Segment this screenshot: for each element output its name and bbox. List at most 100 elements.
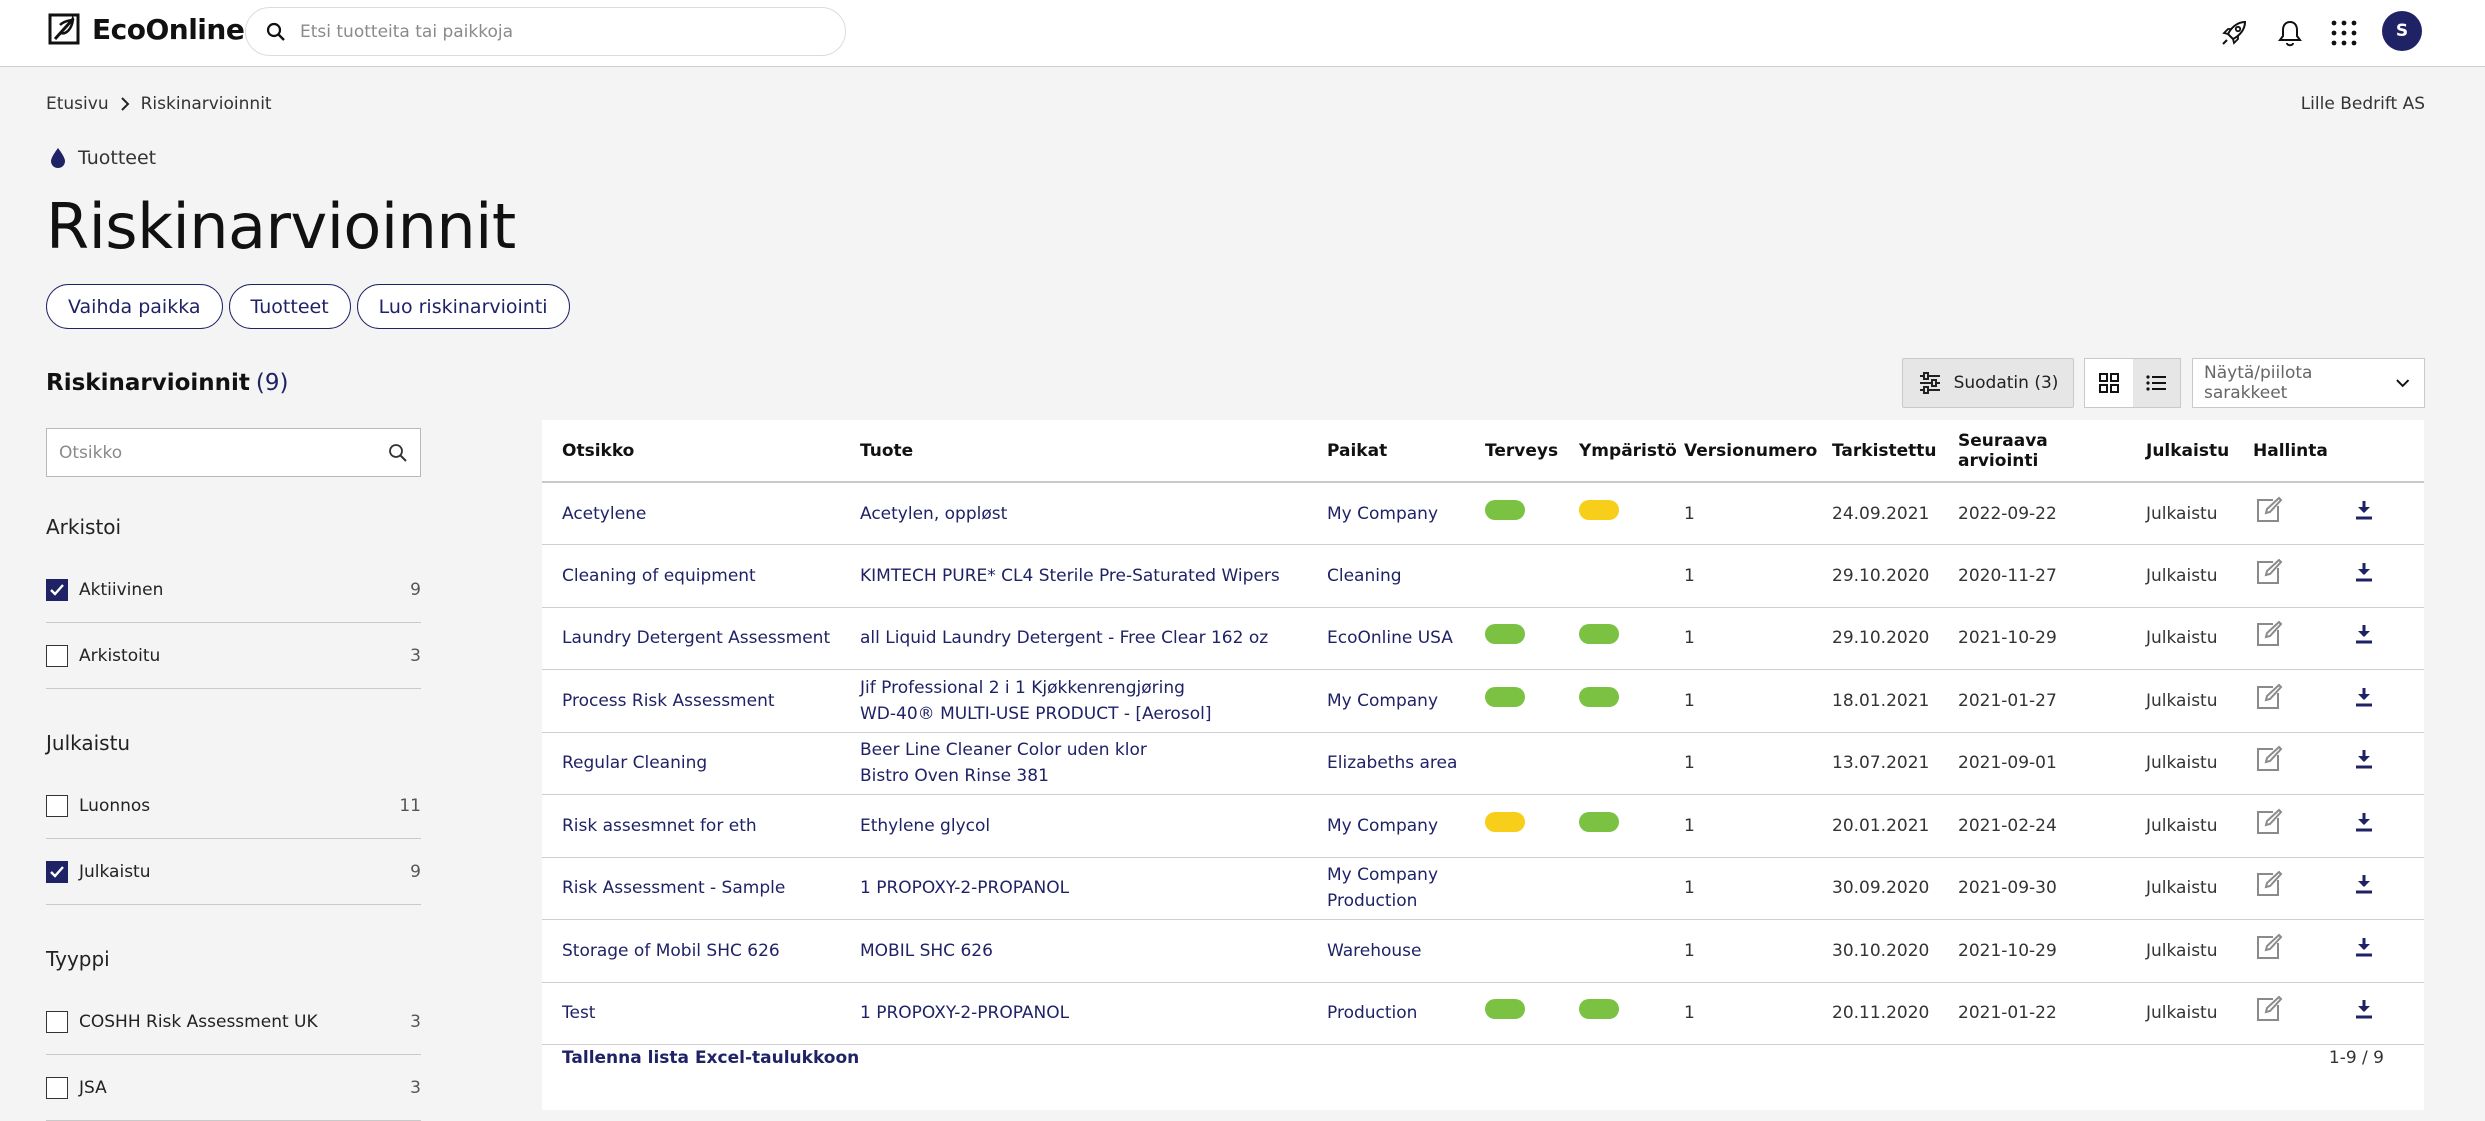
search-icon[interactable] (388, 443, 408, 463)
table-row[interactable]: Cleaning of equipment KIMTECH PURE* CL4 S… (542, 544, 2424, 608)
edit-icon[interactable] (2253, 807, 2283, 837)
product-link[interactable]: Beer Line Cleaner Color uden klor (860, 737, 1307, 763)
col-header-title[interactable]: Otsikko (542, 420, 840, 483)
product-link[interactable]: WD-40® MULTI-USE PRODUCT - [Aerosol] (860, 701, 1307, 727)
product-link[interactable]: Ethylene glycol (860, 813, 1307, 839)
col-header-next-review[interactable]: Seuraava arviointi (1938, 420, 2126, 483)
place-link[interactable]: Elizabeths area (1327, 750, 1465, 776)
table-row[interactable]: Laundry Detergent Assessment all Liquid L… (542, 607, 2424, 670)
places-cell: My Company (1307, 794, 1465, 858)
filter-option[interactable]: COSHH Risk Assessment UK 3 (46, 989, 421, 1055)
title-cell[interactable]: Risk assesmnet for eth (542, 794, 840, 858)
apps-grid-icon[interactable] (2328, 17, 2360, 49)
place-link[interactable]: EcoOnline USA (1327, 625, 1465, 651)
col-header-version[interactable]: Versionumero (1664, 420, 1817, 483)
sliders-icon (1919, 372, 1940, 394)
edit-icon[interactable] (2253, 682, 2283, 712)
col-header-places[interactable]: Paikat (1307, 420, 1465, 483)
download-icon[interactable] (2353, 686, 2375, 708)
edit-icon[interactable] (2253, 744, 2283, 774)
filter-option[interactable]: JSA 3 (46, 1055, 421, 1121)
place-link[interactable]: My Company (1327, 862, 1465, 888)
table-row[interactable]: Acetylene Acetylen, oppløst My Company 1 24.… (542, 482, 2424, 545)
checkbox[interactable] (46, 1010, 68, 1033)
table-row[interactable]: Process Risk Assessment Jif Professional … (542, 669, 2424, 733)
col-header-health[interactable]: Terveys (1465, 420, 1559, 483)
download-icon[interactable] (2353, 561, 2375, 583)
table-row[interactable]: Storage of Mobil SHC 626 MOBIL SHC 626 War… (542, 919, 2424, 983)
export-excel-link[interactable]: Tallenna lista Excel-taulukkoon (562, 1048, 859, 1068)
product-link[interactable]: MOBIL SHC 626 (860, 938, 1307, 964)
title-search[interactable] (46, 428, 421, 477)
table-row[interactable]: Risk assesmnet for eth Ethylene glycol My … (542, 794, 2424, 858)
product-link[interactable]: Acetylen, oppløst (860, 501, 1307, 527)
place-link[interactable]: My Company (1327, 813, 1465, 839)
place-link[interactable]: Production (1327, 1000, 1465, 1026)
rocket-icon[interactable] (2218, 17, 2250, 49)
checkbox[interactable] (46, 1076, 68, 1099)
edit-icon[interactable] (2253, 994, 2283, 1024)
col-header-environment[interactable]: Ympäristö (1559, 420, 1677, 483)
filter-option[interactable]: Arkistoitu 3 (46, 623, 421, 689)
brand-logo[interactable]: EcoOnline (46, 11, 245, 47)
checkbox[interactable] (46, 644, 68, 667)
title-cell[interactable]: Storage of Mobil SHC 626 (542, 919, 840, 983)
edit-icon[interactable] (2253, 619, 2283, 649)
download-icon[interactable] (2353, 811, 2375, 833)
title-cell[interactable]: Process Risk Assessment (542, 669, 840, 733)
filter-option-count: 11 (399, 795, 421, 816)
download-icon[interactable] (2353, 499, 2375, 521)
place-link[interactable]: Cleaning (1327, 563, 1465, 589)
edit-icon[interactable] (2253, 495, 2283, 525)
columns-select[interactable]: Näytä/piilota sarakkeet (2192, 358, 2425, 408)
table-row[interactable]: Regular Cleaning Beer Line Cleaner Color … (542, 732, 2424, 795)
download-icon[interactable] (2353, 873, 2375, 895)
title-search-input[interactable] (59, 442, 359, 463)
bell-icon[interactable] (2274, 17, 2306, 49)
title-cell[interactable]: Test (542, 982, 840, 1045)
product-link[interactable]: KIMTECH PURE* CL4 Sterile Pre-Saturated … (860, 563, 1307, 589)
breadcrumb-home[interactable]: Etusivu (46, 94, 109, 114)
title-cell[interactable]: Cleaning of equipment (542, 544, 840, 608)
product-link[interactable]: all Liquid Laundry Detergent - Free Clea… (860, 625, 1307, 651)
title-cell[interactable]: Regular Cleaning (542, 732, 840, 795)
checkbox-checked[interactable] (46, 860, 68, 883)
download-icon[interactable] (2353, 998, 2375, 1020)
download-icon[interactable] (2353, 623, 2375, 645)
edit-icon[interactable] (2253, 557, 2283, 587)
user-avatar[interactable]: S (2382, 11, 2422, 51)
title-cell[interactable]: Laundry Detergent Assessment (542, 607, 840, 670)
product-link[interactable]: 1 PROPOXY-2-PROPANOL (860, 1000, 1307, 1026)
place-link[interactable]: Warehouse (1327, 938, 1465, 964)
change-place-button[interactable]: Vaihda paikka (46, 284, 223, 329)
filter-option[interactable]: Julkaistu 9 (46, 839, 421, 905)
col-header-checked[interactable]: Tarkistettu (1812, 420, 1938, 483)
title-cell[interactable]: Risk Assessment - Sample (542, 857, 840, 920)
checkbox[interactable] (46, 794, 68, 817)
filter-button[interactable]: Suodatin (3) (1902, 358, 2074, 408)
table-row[interactable]: Test 1 PROPOXY-2-PROPANOL Production 1 20.11… (542, 982, 2424, 1045)
download-icon[interactable] (2353, 748, 2375, 770)
products-button[interactable]: Tuotteet (228, 284, 351, 329)
col-header-published[interactable]: Julkaistu (2126, 420, 2233, 483)
table-row[interactable]: Risk Assessment - Sample 1 PROPOXY-2-PROP… (542, 857, 2424, 920)
edit-icon[interactable] (2253, 869, 2283, 899)
product-link[interactable]: Jif Professional 2 i 1 Kjøkkenrengjøring (860, 675, 1307, 701)
global-search-input[interactable] (300, 21, 800, 42)
create-risk-assessment-button[interactable]: Luo riskinarviointi (356, 284, 570, 329)
place-link[interactable]: My Company (1327, 501, 1465, 527)
place-link[interactable]: Production (1327, 888, 1465, 914)
grid-view-button[interactable] (2085, 359, 2133, 407)
list-view-button[interactable] (2132, 359, 2180, 407)
download-icon[interactable] (2353, 936, 2375, 958)
title-cell[interactable]: Acetylene (542, 482, 840, 545)
product-link[interactable]: 1 PROPOXY-2-PROPANOL (860, 875, 1307, 901)
product-link[interactable]: Bistro Oven Rinse 381 (860, 763, 1307, 789)
col-header-product[interactable]: Tuote (840, 420, 1307, 483)
global-search[interactable] (245, 7, 846, 56)
checkbox-checked[interactable] (46, 578, 68, 601)
filter-option[interactable]: Luonnos 11 (46, 773, 421, 839)
edit-icon[interactable] (2253, 932, 2283, 962)
place-link[interactable]: My Company (1327, 688, 1465, 714)
filter-option[interactable]: Aktiivinen 9 (46, 557, 421, 623)
